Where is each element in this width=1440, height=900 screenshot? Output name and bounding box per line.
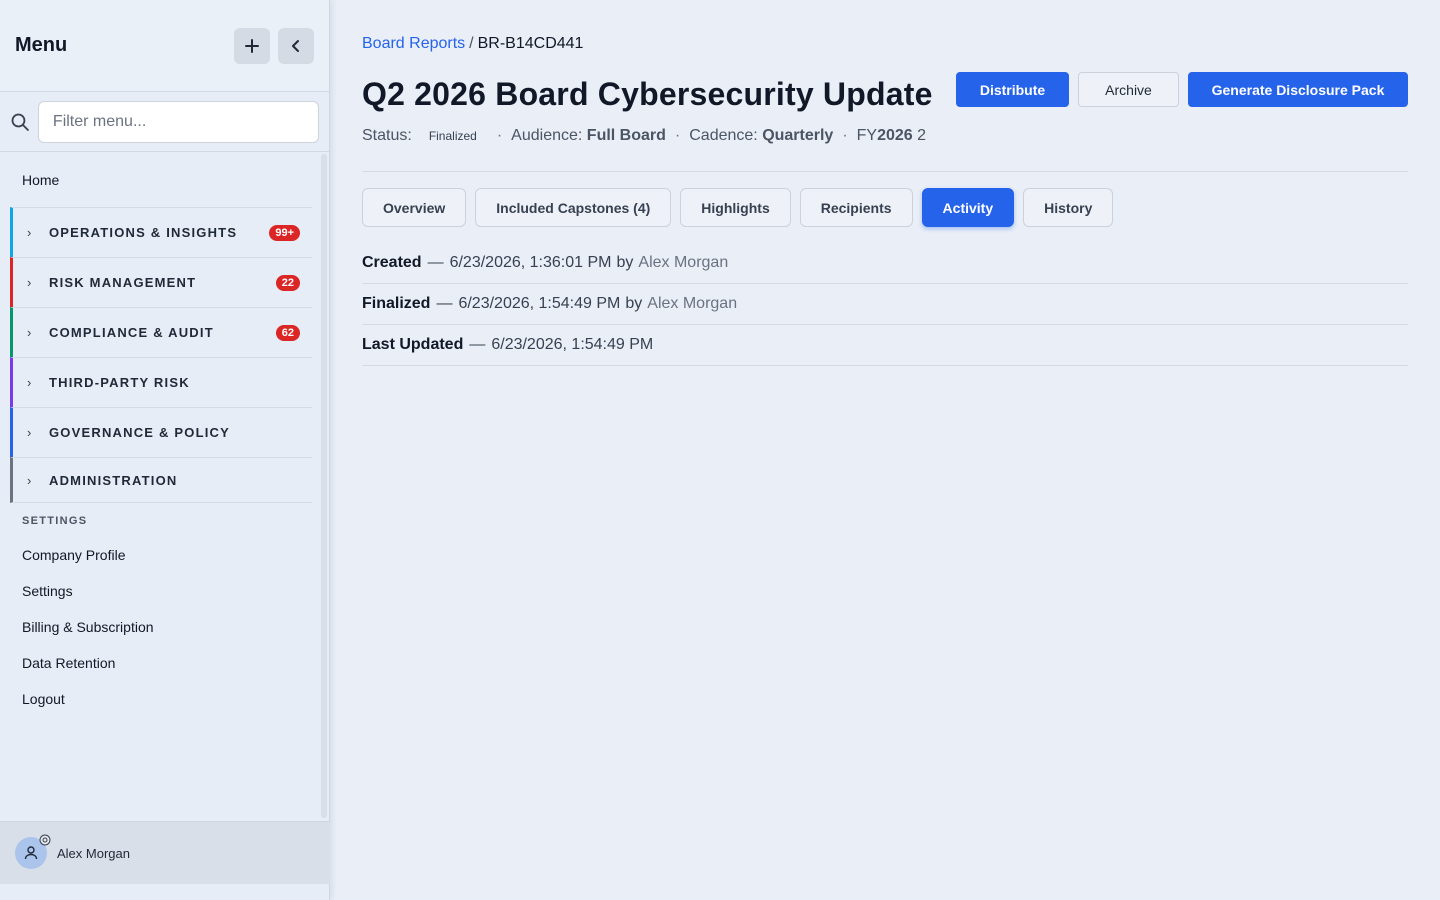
- cadence-value: Quarterly: [762, 127, 834, 144]
- report-meta: Status: Finalized · Audience: Full Board…: [362, 127, 926, 145]
- sidebar-group-third-party-risk[interactable]: › THIRD-PARTY RISK: [10, 357, 312, 407]
- main-content: Board Reports / BR-B14CD441 Q2 2026 Board …: [362, 0, 1408, 900]
- activity-dash: —: [469, 336, 486, 353]
- activity-user: Alex Morgan: [647, 295, 738, 312]
- activity-label: Finalized: [362, 295, 431, 312]
- sidebar-group-label: COMPLIANCE & AUDIT: [49, 325, 214, 340]
- tab-recipients[interactable]: Recipients: [799, 188, 913, 227]
- sidebar-group-operations-insights[interactable]: › OPERATIONS & INSIGHTS 99+: [10, 207, 312, 257]
- sidebar-group-risk-management[interactable]: › RISK MANAGEMENT 22: [10, 257, 312, 307]
- sidebar-group-label: ADMINISTRATION: [49, 472, 178, 488]
- status-label: Status:: [362, 127, 412, 144]
- activity-by: by: [625, 295, 643, 312]
- fiscal-quarter: 2: [917, 127, 927, 144]
- activity-user: Alex Morgan: [638, 254, 729, 271]
- plus-icon: [245, 38, 259, 53]
- collapse-sidebar-button[interactable]: [278, 27, 314, 64]
- chevron-right-icon: ›: [27, 472, 32, 488]
- tab-history[interactable]: History: [1023, 188, 1114, 227]
- count-badge: 62: [275, 324, 300, 341]
- audience-value: Full Board: [586, 127, 666, 144]
- cadence-label: Cadence:: [689, 127, 758, 144]
- generate-disclosure-pack-button[interactable]: Generate Disclosure Pack: [1188, 72, 1408, 107]
- sidebar: Menu Home › OPERATIONS & INSIGHTS 99+ › …: [0, 0, 330, 900]
- activity-row-created: Created — 6/23/2026, 1:36:01 PM by Alex …: [362, 243, 1408, 284]
- sidebar-group-label: RISK MANAGEMENT: [49, 275, 197, 290]
- search-icon: [11, 113, 29, 131]
- tab-included-capstones[interactable]: Included Capstones (4): [475, 188, 672, 227]
- chevron-right-icon: ›: [27, 225, 32, 240]
- sidebar-header: Menu: [0, 0, 329, 92]
- sidebar-item-data-retention[interactable]: Data Retention: [10, 645, 312, 681]
- sidebar-item-billing[interactable]: Billing & Subscription: [10, 609, 312, 645]
- user-profile[interactable]: Alex Morgan: [0, 821, 330, 884]
- status-badge: Finalized: [428, 129, 477, 143]
- activity-label: Last Updated: [362, 336, 464, 353]
- header-actions: Distribute Archive Generate Disclosure P…: [956, 72, 1408, 107]
- user-icon: [24, 846, 38, 860]
- audience-label: Audience:: [511, 127, 583, 144]
- activity-list: Created — 6/23/2026, 1:36:01 PM by Alex …: [362, 243, 1408, 366]
- settings-section-label: SETTINGS: [22, 515, 88, 527]
- sidebar-scrollbar[interactable]: [321, 154, 327, 818]
- tab-highlights[interactable]: Highlights: [680, 188, 791, 227]
- activity-row-last-updated: Last Updated — 6/23/2026, 1:54:49 PM: [362, 325, 1408, 366]
- activity-label: Created: [362, 254, 422, 271]
- sidebar-nav: Home › OPERATIONS & INSIGHTS 99+ › RISK …: [0, 152, 320, 820]
- chevron-left-icon: [292, 39, 299, 52]
- breadcrumb: Board Reports / BR-B14CD441: [362, 35, 583, 53]
- activity-timestamp: 6/23/2026, 1:54:49 PM: [491, 336, 654, 353]
- chevron-right-icon: ›: [27, 375, 32, 390]
- chevron-right-icon: ›: [27, 425, 32, 440]
- count-badge: 99+: [269, 224, 300, 241]
- title-row: Q2 2026 Board Cybersecurity Update Distr…: [362, 72, 1408, 120]
- fiscal-year-prefix: FY: [856, 127, 878, 144]
- sidebar-group-governance-policy[interactable]: › GOVERNANCE & POLICY: [10, 407, 312, 457]
- sidebar-group-label: THIRD-PARTY RISK: [49, 375, 190, 390]
- count-badge: 22: [275, 274, 300, 291]
- breadcrumb-board-reports-link[interactable]: Board Reports: [362, 35, 465, 52]
- avatar[interactable]: [15, 834, 51, 869]
- activity-row-finalized: Finalized — 6/23/2026, 1:54:49 PM by Ale…: [362, 284, 1408, 325]
- header-divider: [362, 171, 1408, 172]
- sidebar-item-label: Home: [22, 171, 60, 188]
- activity-timestamp: 6/23/2026, 1:36:01 PM: [449, 254, 612, 271]
- report-tabs: Overview Included Capstones (4) Highligh…: [362, 188, 1114, 227]
- chevron-right-icon: ›: [27, 325, 32, 340]
- tab-overview[interactable]: Overview: [362, 188, 467, 227]
- sidebar-search: [0, 92, 329, 152]
- meta-separator: ·: [496, 127, 503, 144]
- chevron-right-icon: ›: [27, 275, 32, 290]
- sidebar-item-company-profile[interactable]: Company Profile: [10, 537, 312, 573]
- meta-separator: ·: [674, 127, 681, 144]
- sidebar-item-settings[interactable]: Settings: [10, 573, 312, 609]
- user-name: Alex Morgan: [57, 845, 130, 861]
- breadcrumb-current: BR-B14CD441: [477, 35, 584, 52]
- fiscal-year-value: 2026: [877, 127, 913, 144]
- sidebar-item-home[interactable]: Home: [10, 152, 312, 207]
- distribute-button[interactable]: Distribute: [956, 72, 1069, 107]
- sidebar-title: Menu: [15, 34, 68, 56]
- meta-separator: ·: [842, 127, 848, 144]
- activity-by: by: [616, 254, 634, 271]
- activity-dash: —: [436, 295, 453, 312]
- sidebar-item-logout[interactable]: Logout: [10, 681, 312, 717]
- activity-dash: —: [427, 254, 444, 271]
- tab-activity[interactable]: Activity: [921, 188, 1015, 227]
- activity-timestamp: 6/23/2026, 1:54:49 PM: [458, 295, 621, 312]
- page-title: Q2 2026 Board Cybersecurity Update: [362, 76, 933, 112]
- sidebar-header-buttons: [234, 27, 314, 64]
- sidebar-group-label: GOVERNANCE & POLICY: [49, 425, 230, 440]
- add-button[interactable]: [234, 27, 270, 64]
- breadcrumb-separator: /: [469, 35, 474, 52]
- sidebar-group-label: OPERATIONS & INSIGHTS: [49, 225, 238, 240]
- filter-menu-input[interactable]: [37, 100, 319, 143]
- gear-icon: [39, 834, 51, 846]
- sidebar-group-compliance-audit[interactable]: › COMPLIANCE & AUDIT 62: [10, 307, 312, 357]
- sidebar-group-administration[interactable]: › ADMINISTRATION: [10, 457, 312, 503]
- archive-button[interactable]: Archive: [1078, 72, 1179, 107]
